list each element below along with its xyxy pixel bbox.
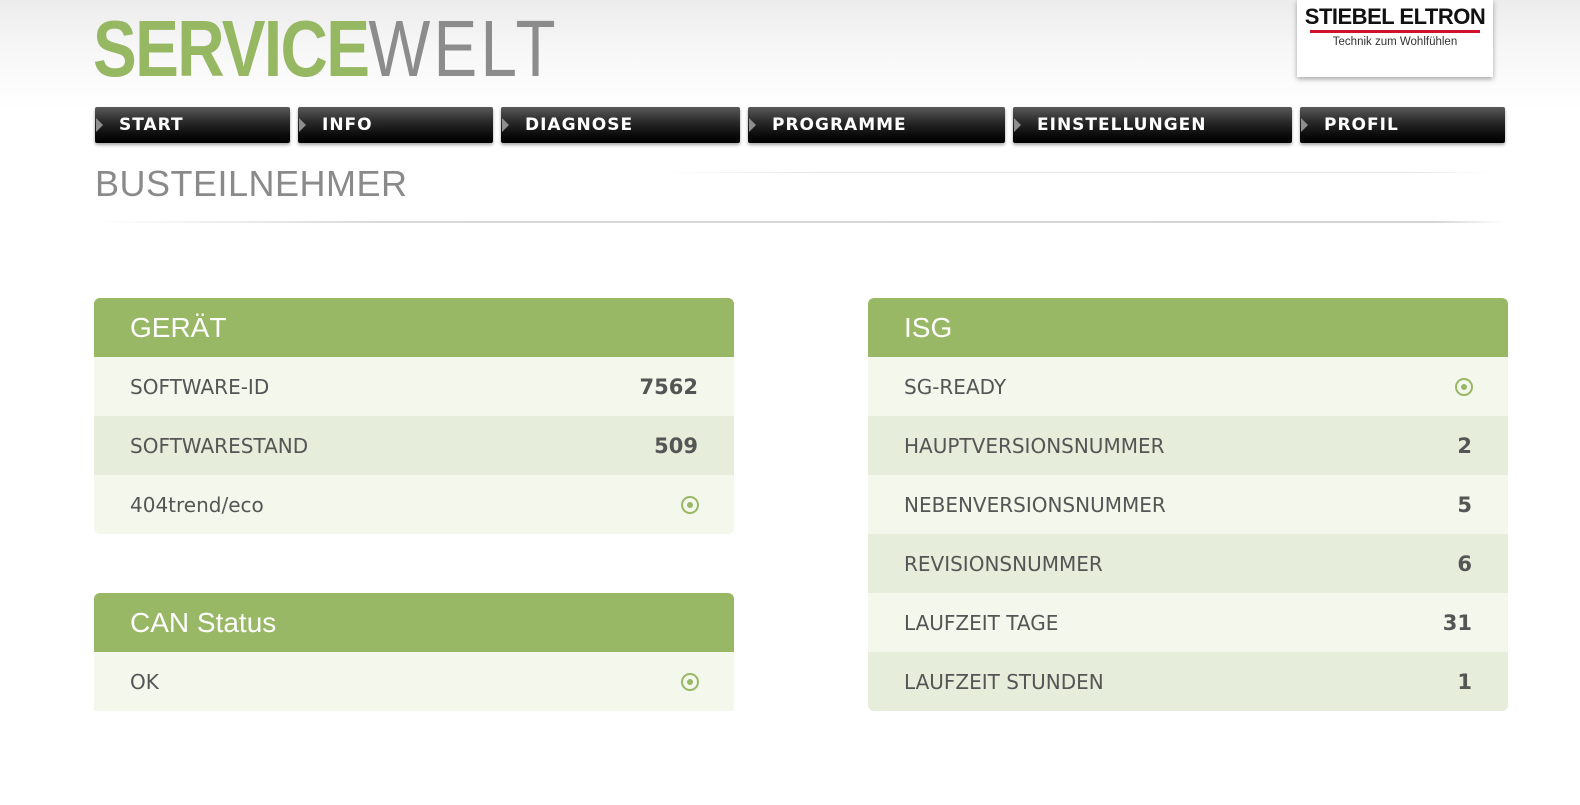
nav-programme[interactable]: PROGRAMME	[748, 107, 1005, 143]
nav-arrow-icon	[749, 118, 756, 132]
table-row: REVISIONSNUMMER 6	[868, 534, 1508, 593]
panel-title: ISG	[868, 298, 1508, 357]
brand-tagline: Technik zum Wohlfühlen	[1332, 36, 1458, 48]
stiebel-eltron-logo: STIEBEL ELTRON Technik zum Wohlfühlen	[1297, 0, 1493, 77]
status-dot-icon	[1455, 377, 1473, 396]
row-label: NEBENVERSIONSNUMMER	[904, 492, 1166, 517]
row-label: 404trend/eco	[130, 492, 264, 517]
row-label: LAUFZEIT TAGE	[904, 610, 1059, 635]
can-status-panel: CAN Status OK	[94, 593, 734, 711]
nav-arrow-icon	[1301, 118, 1308, 132]
title-divider-bottom	[95, 221, 1505, 223]
row-value: 2	[1457, 433, 1472, 458]
brand-rule	[1310, 30, 1480, 33]
table-row: SOFTWARESTAND 509	[94, 416, 734, 475]
panel-title: GERÄT	[94, 298, 734, 357]
nav-profil[interactable]: PROFIL	[1300, 107, 1505, 143]
table-row: SG-READY	[868, 357, 1508, 416]
table-row: 404trend/eco	[94, 475, 734, 534]
row-value: 31	[1442, 610, 1472, 635]
row-value: 7562	[639, 374, 698, 399]
table-row: SOFTWARE-ID 7562	[94, 357, 734, 416]
panel-title: CAN Status	[94, 593, 734, 652]
row-label: SOFTWARESTAND	[130, 433, 309, 458]
status-dot-icon	[681, 672, 699, 691]
table-row: LAUFZEIT TAGE 31	[868, 593, 1508, 652]
row-value: 1	[1457, 669, 1472, 694]
row-label: REVISIONSNUMMER	[904, 551, 1103, 576]
table-row: OK	[94, 652, 734, 711]
row-label: SOFTWARE-ID	[130, 374, 270, 399]
main-navigation: START INFO DIAGNOSE PROGRAMME EINSTELLUN…	[0, 107, 1580, 145]
isg-panel: ISG SG-READY HAUPTVERSIONSNUMMER 2 NEBEN…	[868, 298, 1508, 711]
row-value: 5	[1457, 492, 1472, 517]
geraet-panel: GERÄT SOFTWARE-ID 7562 SOFTWARESTAND 509…	[94, 298, 734, 534]
row-label: OK	[130, 669, 159, 694]
brand-name: STIEBEL ELTRON	[1304, 4, 1486, 29]
nav-diagnose[interactable]: DIAGNOSE	[501, 107, 740, 143]
table-row: HAUPTVERSIONSNUMMER 2	[868, 416, 1508, 475]
title-divider-top	[660, 172, 1490, 173]
status-dot-icon	[681, 495, 699, 514]
nav-arrow-icon	[502, 118, 509, 132]
nav-arrow-icon	[96, 118, 103, 132]
row-value: 509	[654, 433, 698, 458]
row-label: SG-READY	[904, 374, 1007, 399]
row-label: LAUFZEIT STUNDEN	[904, 669, 1104, 694]
row-label: HAUPTVERSIONSNUMMER	[904, 433, 1165, 458]
nav-arrow-icon	[299, 118, 306, 132]
page-title: BUSTEILNEHMER	[95, 163, 408, 204]
nav-arrow-icon	[1014, 118, 1021, 132]
servicewelt-logo: SERVICEWELT	[93, 4, 559, 93]
nav-info[interactable]: INFO	[298, 107, 493, 143]
row-value: 6	[1457, 551, 1472, 576]
nav-einstellungen[interactable]: EINSTELLUNGEN	[1013, 107, 1292, 143]
table-row: LAUFZEIT STUNDEN 1	[868, 652, 1508, 711]
table-row: NEBENVERSIONSNUMMER 5	[868, 475, 1508, 534]
nav-start[interactable]: START	[95, 107, 290, 143]
